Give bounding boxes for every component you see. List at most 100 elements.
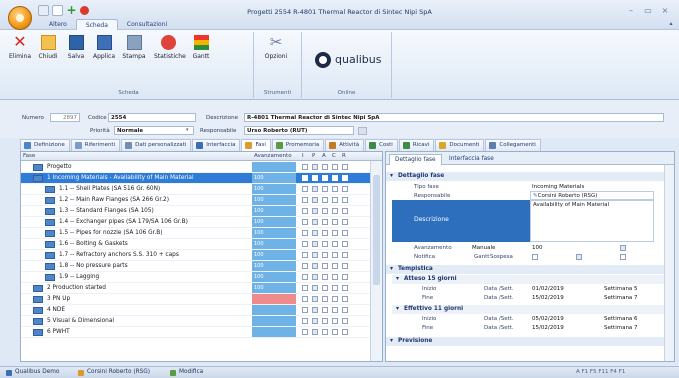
numero-field[interactable]: 2897 [50,113,80,122]
progress-cell[interactable] [252,294,296,304]
atteso-inizio-date[interactable]: 01/02/2019 [532,286,564,292]
flag-checkbox[interactable] [312,252,318,258]
flag-checkbox[interactable] [342,318,348,324]
flag-checkbox[interactable] [302,186,308,192]
flag-checkbox[interactable] [302,175,308,181]
tab-ricavi[interactable]: Ricavi [398,139,435,151]
table-row[interactable]: 4 NDE [21,305,371,316]
flag-checkbox[interactable] [332,230,338,236]
flag-checkbox[interactable] [322,296,328,302]
flag-checkbox[interactable] [322,241,328,247]
effettivo-inizio-date[interactable]: 05/02/2019 [532,316,564,322]
flag-checkbox[interactable] [322,318,328,324]
flag-checkbox[interactable] [302,318,308,324]
section-previsione[interactable]: Previsione [386,337,664,346]
sospesa-checkbox[interactable] [620,254,626,260]
tab-fasi[interactable]: Fasi [241,139,271,151]
codice-field[interactable]: 2554 [108,113,196,122]
flag-checkbox[interactable] [302,219,308,225]
progress-cell[interactable]: 100 [252,272,296,282]
flag-checkbox[interactable] [322,230,328,236]
tab-documenti[interactable]: Documenti [435,139,485,151]
flag-checkbox[interactable] [322,186,328,192]
flag-checkbox[interactable] [312,230,318,236]
flag-checkbox[interactable] [332,285,338,291]
flag-checkbox[interactable] [302,230,308,236]
progress-cell[interactable]: 100 [252,184,296,194]
minimize-icon[interactable]: – [626,6,636,16]
flag-checkbox[interactable] [312,208,318,214]
detail-scrollbar[interactable] [664,165,674,361]
flag-checkbox[interactable] [312,263,318,269]
flag-checkbox[interactable] [342,164,348,170]
flag-checkbox[interactable] [312,219,318,225]
table-row[interactable]: 1.4 -- Exchanger pipes (SA 179/SA 106 Gr… [21,217,371,228]
maximize-icon[interactable]: ▭ [643,6,653,16]
flag-checkbox[interactable] [322,307,328,313]
flag-checkbox[interactable] [342,285,348,291]
tab-dettaglio-fase[interactable]: Dettaglio fase [389,154,442,165]
gantt-checkbox[interactable] [576,254,582,260]
flag-checkbox[interactable] [312,241,318,247]
progress-cell[interactable]: 100 [252,261,296,271]
flag-checkbox[interactable] [312,164,318,170]
progress-cell[interactable]: 100 [252,217,296,227]
flag-checkbox[interactable] [312,329,318,335]
tab-definizione[interactable]: Definizione [20,139,70,151]
table-row[interactable]: Progetto [21,162,371,173]
table-row[interactable]: 1.8 -- No pressure parts 100 [21,261,371,272]
responsabile-select[interactable]: Urso Roberto (RUT) [244,126,354,135]
progress-cell[interactable]: 100 [252,195,296,205]
avanzamento-value[interactable]: 100 [532,245,543,251]
status-item[interactable]: Modifica [170,369,203,376]
flag-checkbox[interactable] [332,296,338,302]
elimina-button[interactable]: ✕ Elimina [6,34,34,61]
section-dettaglio-fase[interactable]: Dettaglio fase [386,172,664,181]
flag-checkbox[interactable] [342,208,348,214]
tab-collegamenti[interactable]: Collegamenti [485,139,541,151]
col-header-c[interactable]: C [332,153,336,159]
flag-checkbox[interactable] [332,318,338,324]
flag-checkbox[interactable] [332,175,338,181]
status-item[interactable]: Corsini Roberto (RSG) [78,369,150,376]
tab-interfaccia-fase[interactable]: Interfaccia fase [444,154,499,165]
col-header-avanzamento[interactable]: Avanzamento [254,153,292,159]
flag-checkbox[interactable] [302,274,308,280]
flag-checkbox[interactable] [312,296,318,302]
avanzamento-checkbox[interactable] [620,245,626,251]
flag-checkbox[interactable] [342,186,348,192]
atteso-fine-date[interactable]: 15/02/2019 [532,295,564,301]
flag-checkbox[interactable] [332,164,338,170]
flag-checkbox[interactable] [302,307,308,313]
flag-checkbox[interactable] [332,219,338,225]
flag-checkbox[interactable] [342,230,348,236]
flag-checkbox[interactable] [322,219,328,225]
flag-checkbox[interactable] [332,197,338,203]
tab-dati-personalizzati[interactable]: Dati personalizzati [121,139,192,151]
flag-checkbox[interactable] [332,186,338,192]
notifica-checkbox[interactable] [532,254,538,260]
flag-checkbox[interactable] [302,296,308,302]
flag-checkbox[interactable] [302,252,308,258]
flag-checkbox[interactable] [322,285,328,291]
flag-checkbox[interactable] [342,252,348,258]
gantt-button[interactable]: Gantt [187,35,215,60]
col-header-p[interactable]: P [312,153,315,159]
progress-cell[interactable]: 100 [252,250,296,260]
flag-checkbox[interactable] [332,252,338,258]
applica-button[interactable]: Applica [90,35,118,60]
table-row[interactable]: 1.1 -- Shell Plates (SA 516 Gr. 60N) 100 [21,184,371,195]
flag-checkbox[interactable] [322,197,328,203]
progress-cell[interactable] [252,305,296,315]
flag-checkbox[interactable] [342,329,348,335]
flag-checkbox[interactable] [302,164,308,170]
flag-checkbox[interactable] [332,274,338,280]
tab-riferimenti[interactable]: Riferimenti [70,139,121,151]
flag-checkbox[interactable] [302,241,308,247]
flag-checkbox[interactable] [322,263,328,269]
section-tempistica[interactable]: Tempistica [386,265,664,274]
table-row[interactable]: 5 Visual & Dimensional [21,316,371,327]
effettivo-fine-date[interactable]: 15/02/2019 [532,325,564,331]
section-effettivo[interactable]: Effettivo 11 giorni [392,305,664,314]
flag-checkbox[interactable] [312,197,318,203]
